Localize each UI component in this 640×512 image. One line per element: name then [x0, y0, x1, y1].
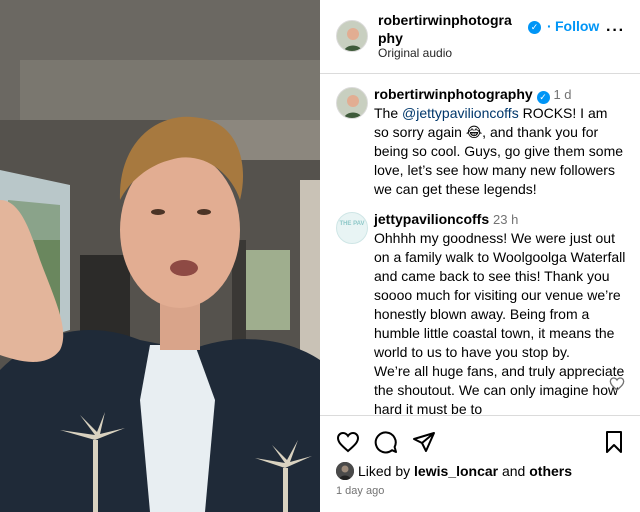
- comment-mention-link[interactable]: @jettypavilioncoffs: [402, 105, 519, 121]
- liked-by-text: Liked by lewis_loncar and others: [358, 463, 572, 479]
- video-frame: [0, 0, 320, 512]
- comment-item: THE PAV jettypavilioncoffs 23 h Ohhhh my…: [320, 210, 640, 415]
- post-sidebar: robertirwinphotogra phy ✓ · Follow ··· O…: [320, 0, 640, 512]
- bookmark-icon[interactable]: [602, 430, 626, 454]
- liker-username[interactable]: lewis_loncar: [414, 463, 498, 479]
- verified-badge-icon: ✓: [528, 21, 541, 34]
- avatar-image: [337, 88, 367, 118]
- comment-text-pre: The: [374, 105, 403, 121]
- avatar-image: [337, 21, 367, 51]
- follow-button[interactable]: Follow: [555, 18, 599, 34]
- post-timestamp[interactable]: 1 day ago: [336, 485, 384, 497]
- comment-body: jettypavilioncoffs 23 h Ohhhh my goodnes…: [374, 210, 626, 415]
- reel-video[interactable]: [0, 0, 320, 512]
- likes-others-link[interactable]: others: [529, 463, 572, 479]
- comment-username[interactable]: jettypavilioncoffs: [374, 211, 489, 227]
- comment-text: Ohhhh my goodness! We were just out on a…: [374, 230, 626, 360]
- post-header: robertirwinphotogra phy ✓ · Follow ··· O…: [320, 0, 640, 74]
- comments-list[interactable]: robertirwinphotography ✓ 1 d The @jettyp…: [320, 75, 640, 415]
- author-username-line2: phy: [378, 30, 403, 46]
- action-bar: Liked by lewis_loncar and others 1 day a…: [320, 415, 640, 512]
- verified-badge-icon: ✓: [536, 91, 550, 104]
- liked-by-prefix: Liked by: [358, 463, 415, 479]
- share-icon[interactable]: [412, 430, 436, 454]
- comment-time[interactable]: 1 d: [553, 87, 571, 102]
- comment-time[interactable]: 23 h: [493, 212, 518, 227]
- comment-icon[interactable]: [374, 430, 398, 454]
- comment-username[interactable]: robertirwinphotography: [374, 86, 533, 102]
- comment-body: robertirwinphotography ✓ 1 d The @jettyp…: [374, 85, 626, 199]
- comment-avatar[interactable]: THE PAV: [336, 212, 368, 244]
- comment-avatar[interactable]: [336, 87, 368, 119]
- comment-like-heart-icon[interactable]: [609, 376, 625, 392]
- author-avatar[interactable]: [336, 20, 368, 52]
- audio-label[interactable]: Original audio: [378, 46, 452, 60]
- heart-icon[interactable]: [336, 430, 360, 454]
- separator-dot: ·: [547, 18, 552, 34]
- liker-avatar[interactable]: [336, 462, 354, 480]
- liked-by-and: and: [498, 463, 530, 479]
- author-username[interactable]: robertirwinphotogra phy: [378, 11, 524, 47]
- more-options-icon[interactable]: ···: [606, 22, 625, 40]
- author-username-line1: robertirwinphotogra: [378, 12, 512, 28]
- avatar-image: [336, 462, 354, 480]
- comment-text-continued: We’re all huge fans, and truly appreciat…: [374, 363, 625, 415]
- comment-item: robertirwinphotography ✓ 1 d The @jettyp…: [320, 85, 640, 207]
- avatar-logo-text: THE PAV: [339, 221, 365, 227]
